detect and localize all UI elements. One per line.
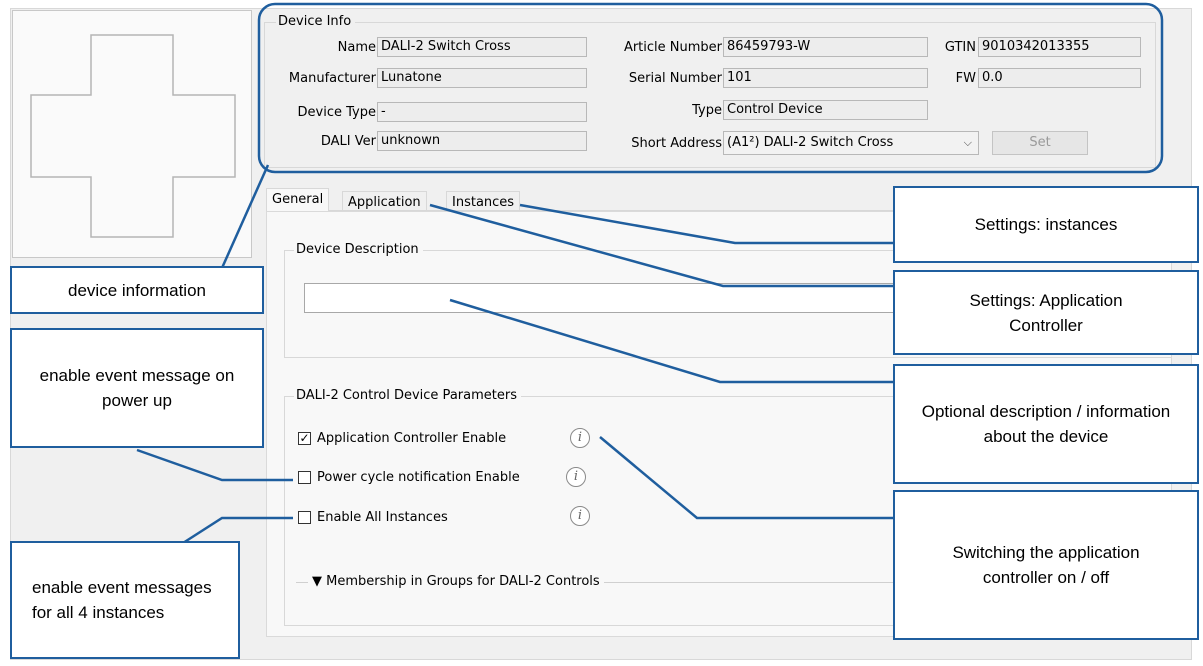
article-number-label: Article Number xyxy=(623,40,722,55)
type-label: Type xyxy=(692,103,722,118)
name-label: Name xyxy=(337,40,376,55)
enable-instances-checkbox[interactable] xyxy=(298,511,311,524)
short-address-label: Short Address xyxy=(631,136,722,151)
chevron-down-icon: ⌵ xyxy=(963,136,972,149)
app-controller-label: Application Controller Enable xyxy=(317,431,507,446)
info-icon[interactable]: i xyxy=(570,428,590,448)
dali-ver-field: unknown xyxy=(377,131,587,151)
info-icon[interactable]: i xyxy=(566,467,586,487)
short-address-select[interactable]: (A1²) DALI-2 Switch Cross ⌵ xyxy=(723,131,979,155)
device-description-title: Device Description xyxy=(294,242,423,257)
manufacturer-field: Lunatone xyxy=(377,68,587,88)
serial-number-label: Serial Number xyxy=(628,71,722,86)
description-info-callout: Optional description / information about… xyxy=(893,364,1199,484)
short-address-value: (A1²) DALI-2 Switch Cross xyxy=(727,135,894,150)
enable-instances-label: Enable All Instances xyxy=(317,510,448,525)
device-information-callout: device information xyxy=(10,266,264,314)
info-icon[interactable]: i xyxy=(570,506,590,526)
dali-ver-label: DALI Ver xyxy=(320,134,376,149)
settings-application-callout: Settings: Application Controller xyxy=(893,270,1199,355)
fw-field: 0.0 xyxy=(978,68,1141,88)
type-field: Control Device xyxy=(723,100,928,120)
gtin-label: GTIN xyxy=(944,40,976,55)
power-cycle-checkbox[interactable] xyxy=(298,471,311,484)
control-params-title: DALI-2 Control Device Parameters xyxy=(294,388,521,403)
membership-expander[interactable]: ▼ Membership in Groups for DALI-2 Contro… xyxy=(308,574,604,589)
fw-label: FW xyxy=(955,71,976,86)
device-description-input[interactable] xyxy=(304,283,904,313)
name-field: DALI-2 Switch Cross xyxy=(377,37,587,57)
switching-callout: Switching the application controller on … xyxy=(893,490,1199,640)
manufacturer-label: Manufacturer xyxy=(288,71,376,86)
device-type-label: Device Type xyxy=(297,105,376,120)
all-instances-callout: enable event messages for all 4 instance… xyxy=(10,541,240,659)
device-image xyxy=(12,10,252,258)
device-type-field: - xyxy=(377,102,587,122)
power-up-callout: enable event message on power up xyxy=(10,328,264,448)
set-button[interactable]: Set xyxy=(992,131,1088,155)
tab-general[interactable]: General xyxy=(266,188,330,212)
article-number-field: 86459793-W xyxy=(723,37,928,57)
checkmark-icon: ✓ xyxy=(299,431,310,445)
settings-instances-callout: Settings: instances xyxy=(893,186,1199,263)
serial-number-field: 101 xyxy=(723,68,928,88)
gtin-field: 9010342013355 xyxy=(978,37,1141,57)
app-controller-checkbox[interactable]: ✓ xyxy=(298,432,311,445)
power-cycle-label: Power cycle notification Enable xyxy=(317,470,520,485)
device-info-title: Device Info xyxy=(276,14,356,29)
cross-switch-icon xyxy=(30,34,236,238)
